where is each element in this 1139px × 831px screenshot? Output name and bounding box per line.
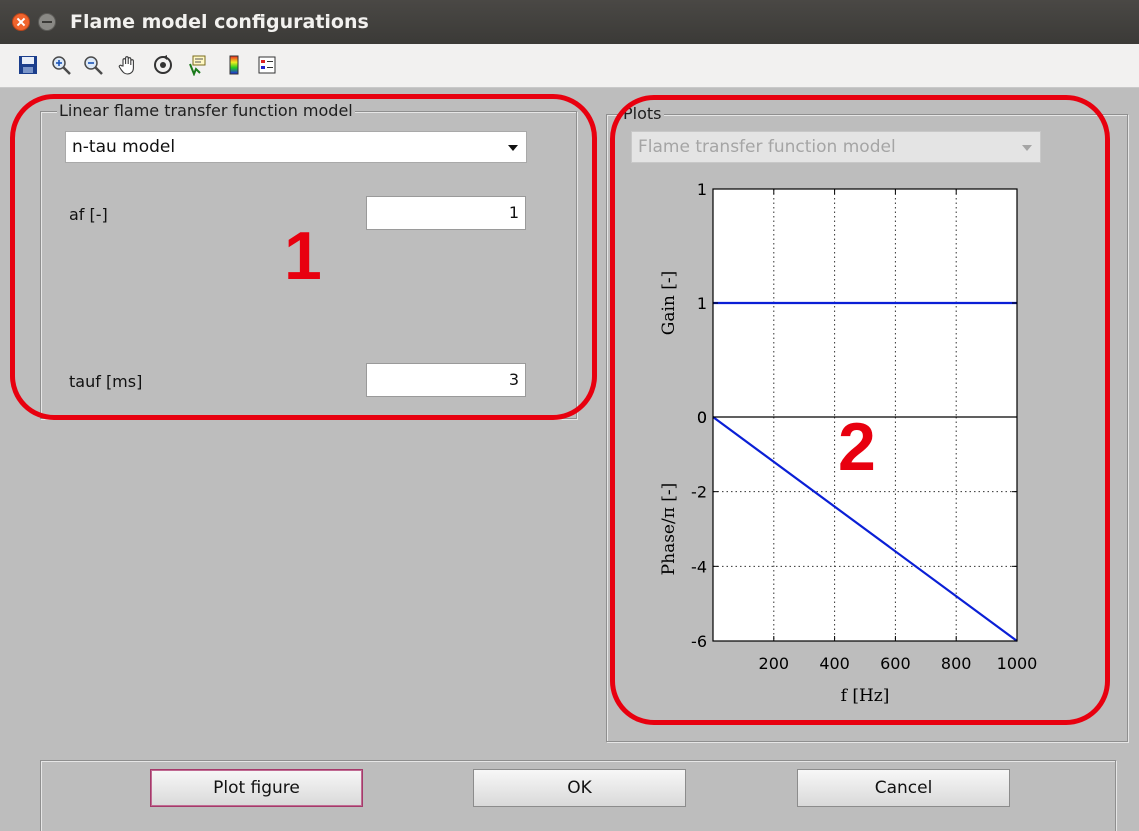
- ok-button[interactable]: OK: [473, 769, 686, 807]
- figure-toolbar: [0, 44, 1139, 88]
- data-cursor-icon[interactable]: [186, 54, 208, 76]
- minimize-window-button[interactable]: [38, 13, 56, 31]
- rotate-icon[interactable]: [152, 54, 174, 76]
- legend-icon[interactable]: [256, 54, 278, 76]
- pan-icon[interactable]: [117, 54, 139, 76]
- cancel-button[interactable]: Cancel: [797, 769, 1010, 807]
- close-window-button[interactable]: [12, 13, 30, 31]
- zoom-in-icon[interactable]: [50, 54, 72, 76]
- plot-figure-button[interactable]: Plot figure: [150, 769, 363, 807]
- callout-number-2: 2: [838, 409, 876, 485]
- window-title: Flame model configurations: [70, 11, 369, 33]
- zoom-out-icon[interactable]: [82, 54, 104, 76]
- callout-number-1: 1: [284, 218, 322, 294]
- colorbar-icon[interactable]: [223, 54, 245, 76]
- title-bar: Flame model configurations: [0, 0, 1139, 44]
- save-icon[interactable]: [17, 54, 39, 76]
